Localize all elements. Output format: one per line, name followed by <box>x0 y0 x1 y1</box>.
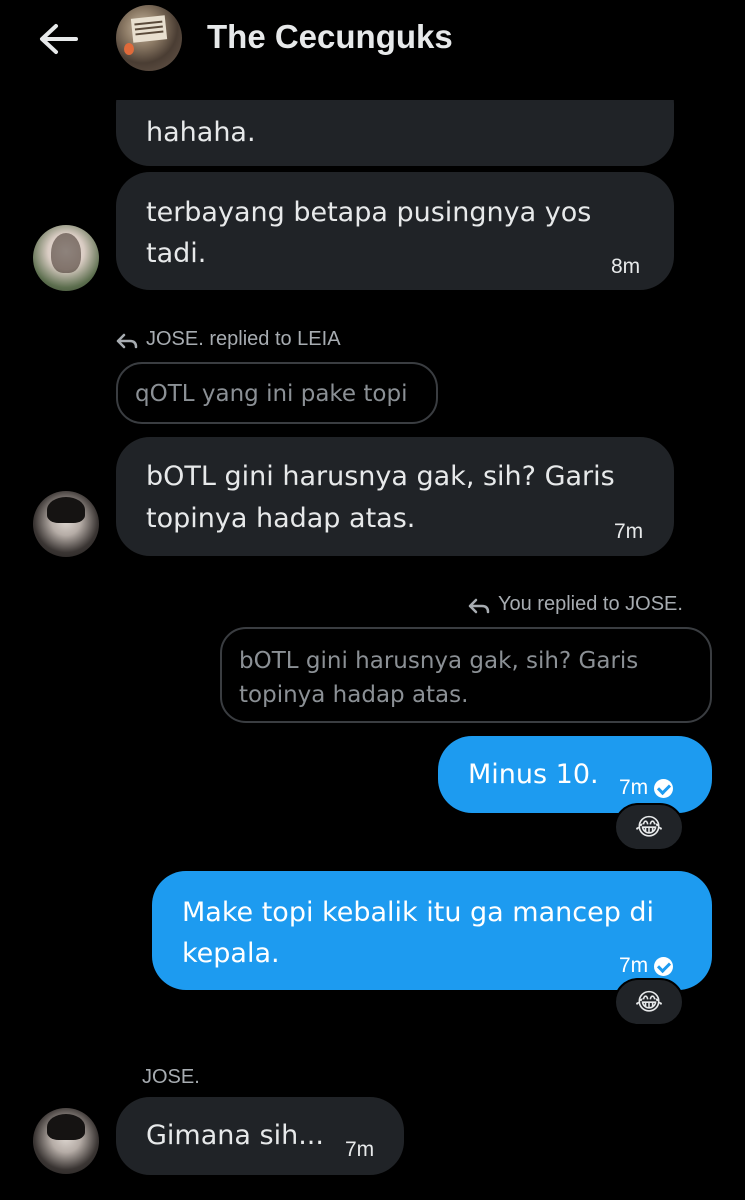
back-arrow-icon[interactable] <box>36 20 82 58</box>
read-check-icon <box>654 778 674 798</box>
message-time: 7m <box>345 1138 375 1161</box>
quoted-text: topinya hadap atas. <box>239 682 469 708</box>
reply-label: You replied to JOSE. <box>468 593 683 616</box>
reaction-badge[interactable]: 😂 <box>614 803 684 851</box>
message-bubble[interactable]: Make topi kebalik itu ga mancep di kepal… <box>152 871 712 990</box>
quoted-message[interactable]: qOTL yang ini pake topi <box>116 362 438 424</box>
message-text: kepala. <box>182 938 280 969</box>
quoted-message[interactable]: bOTL gini harusnya gak, sih? Garis topin… <box>220 627 712 723</box>
message-time: 7m <box>614 520 644 543</box>
message-text: hahaha. <box>146 117 256 148</box>
message-bubble[interactable]: terbayang betapa pusingnya yos tadi. 8m <box>116 172 674 290</box>
laughing-emoji-icon: 😂 <box>634 988 664 1016</box>
reply-arrow-icon <box>116 332 138 348</box>
chat-header: The Cecunguks <box>0 0 745 100</box>
laughing-emoji-icon: 😂 <box>634 813 664 841</box>
reply-arrow-icon <box>468 597 490 613</box>
reply-label-text: You replied to JOSE. <box>498 593 683 615</box>
message-bubble[interactable]: Minus 10. 7m <box>438 736 712 813</box>
message-text: Minus 10. <box>468 759 599 790</box>
quoted-text: bOTL gini harusnya gak, sih? Garis <box>239 648 639 674</box>
reaction-badge[interactable]: 😂 <box>614 978 684 1026</box>
avatar[interactable] <box>33 225 99 291</box>
message-text: terbayang betapa pusingnya yos <box>146 197 592 228</box>
message-bubble[interactable]: bOTL gini harusnya gak, sih? Garis topin… <box>116 437 674 556</box>
avatar[interactable] <box>33 491 99 557</box>
chat-title[interactable]: The Cecunguks <box>207 18 453 56</box>
message-bubble[interactable]: Gimana sih... 7m <box>116 1097 404 1175</box>
read-check-icon <box>654 956 674 976</box>
reply-label-text: JOSE. replied to LEIA <box>146 328 341 350</box>
sender-name: JOSE. <box>142 1066 200 1088</box>
message-text: topinya hadap atas. <box>146 503 416 534</box>
message-text: bOTL gini harusnya gak, sih? Garis <box>146 461 615 492</box>
avatar[interactable] <box>33 1108 99 1174</box>
group-avatar[interactable] <box>116 5 182 71</box>
quoted-text: qOTL yang ini pake topi <box>135 381 408 407</box>
message-time: 7m <box>619 767 674 808</box>
reply-label: JOSE. replied to LEIA <box>116 328 341 351</box>
message-text: Gimana sih... <box>146 1120 324 1151</box>
message-text: tadi. <box>146 238 207 269</box>
message-time: 8m <box>611 255 641 278</box>
message-text: Make topi kebalik itu ga mancep di <box>182 897 655 928</box>
